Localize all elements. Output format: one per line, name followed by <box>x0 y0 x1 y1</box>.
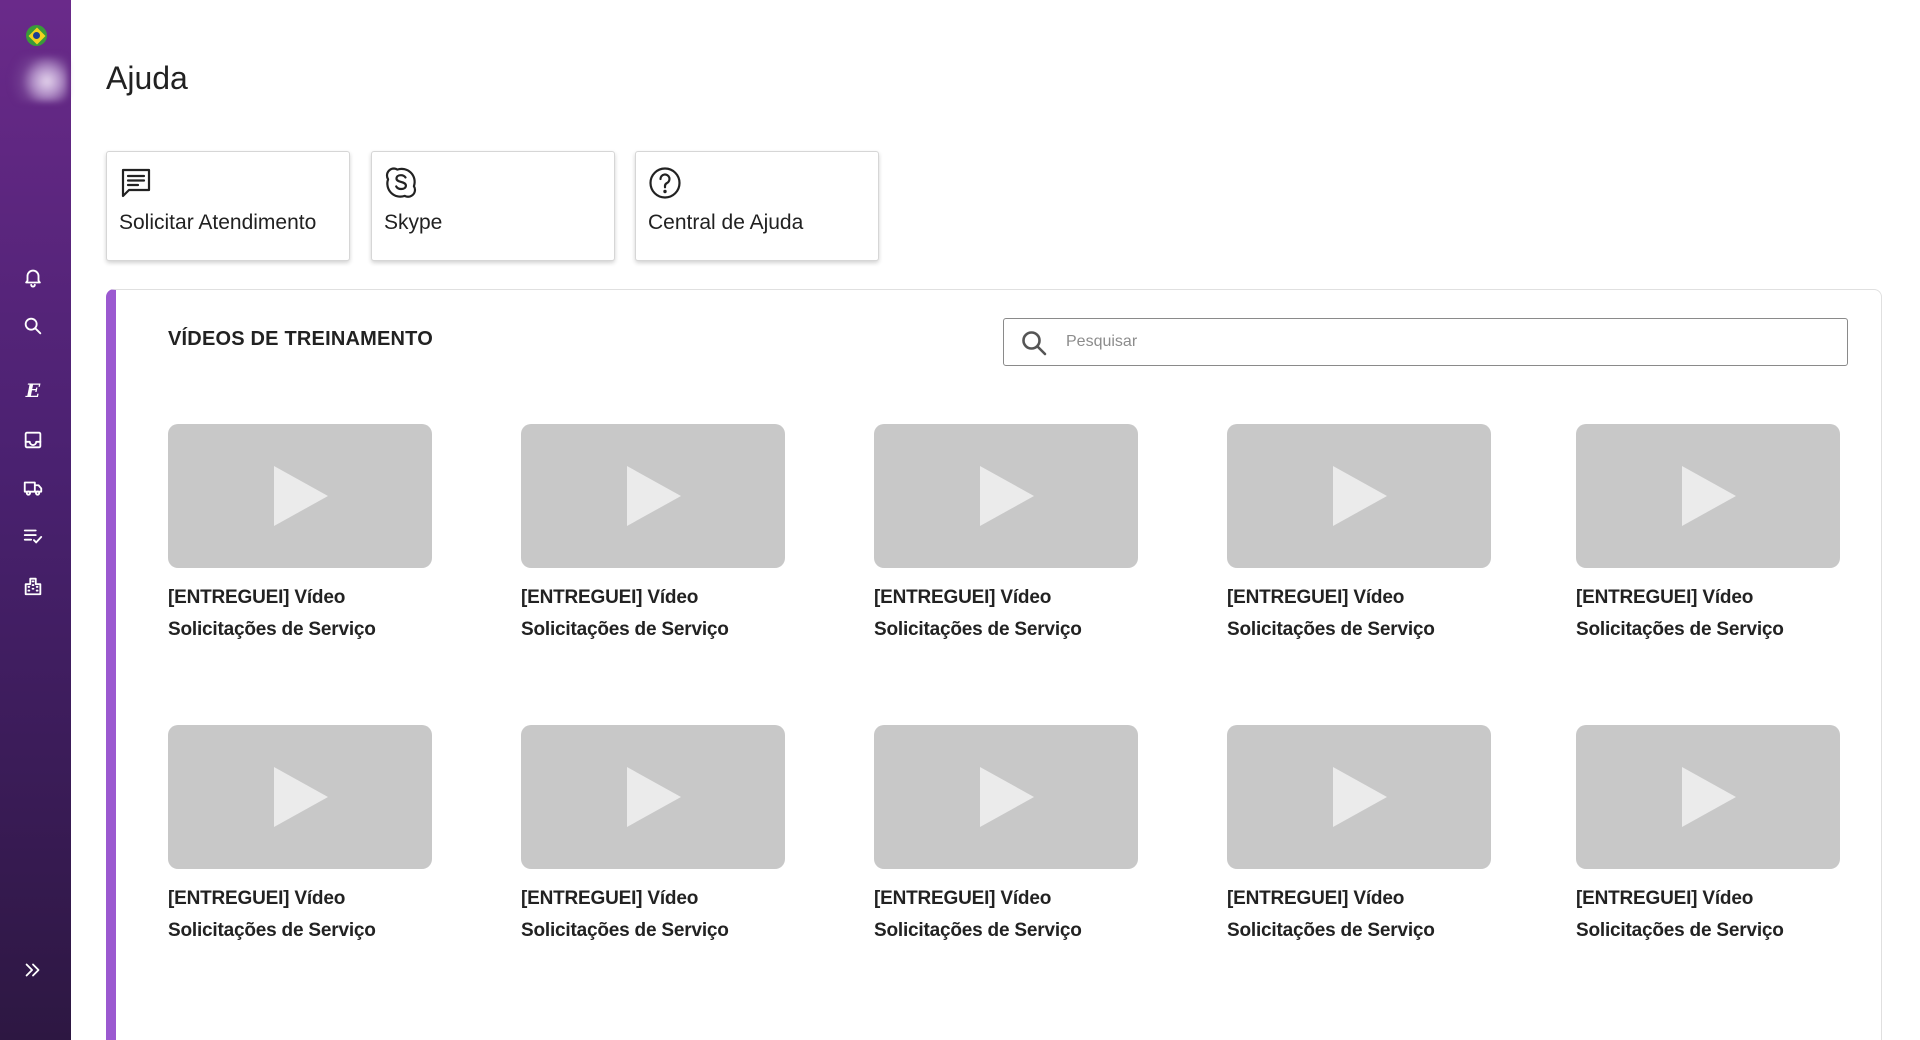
double-chevron-right-icon[interactable] <box>20 957 46 983</box>
video-title[interactable]: [ENTREGUEI] Vídeo Solicitações de Serviço <box>1227 582 1493 646</box>
avatar[interactable] <box>8 56 68 102</box>
video-title-line2: Solicitações de Serviço <box>1576 619 1784 640</box>
play-icon <box>980 767 1034 827</box>
skype-card[interactable]: Skype <box>371 151 615 261</box>
video-thumbnail[interactable] <box>874 725 1138 869</box>
play-icon <box>980 466 1034 526</box>
search-input[interactable] <box>1066 327 1826 357</box>
video-thumbnail[interactable] <box>1227 424 1491 568</box>
video-thumbnail[interactable] <box>168 424 432 568</box>
play-icon <box>627 466 681 526</box>
video-title-line1: [ENTREGUEI] Vídeo <box>168 587 346 608</box>
video-title-line1: [ENTREGUEI] Vídeo <box>1227 888 1405 909</box>
play-icon <box>1333 466 1387 526</box>
letter-e-icon[interactable]: E <box>20 378 46 404</box>
video-title-line2: Solicitações de Serviço <box>1227 619 1435 640</box>
video-card[interactable]: [ENTREGUEI] Vídeo Solicitações de Serviço <box>521 725 787 947</box>
video-card[interactable]: [ENTREGUEI] Vídeo Solicitações de Serviço <box>168 424 434 646</box>
video-thumbnail[interactable] <box>521 725 785 869</box>
video-title[interactable]: [ENTREGUEI] Vídeo Solicitações de Serviço <box>521 582 787 646</box>
video-thumbnail[interactable] <box>168 725 432 869</box>
card-label: Solicitar Atendimento <box>119 211 317 234</box>
training-videos-panel: VÍDEOS DE TREINAMENTO [ENTREGUEI] Vídeo S… <box>106 289 1882 1040</box>
checklist-icon[interactable] <box>20 523 46 549</box>
video-title-line1: [ENTREGUEI] Vídeo <box>874 888 1052 909</box>
video-card[interactable]: [ENTREGUEI] Vídeo Solicitações de Serviço <box>1227 424 1493 646</box>
search-icon[interactable] <box>20 313 46 339</box>
video-thumbnail[interactable] <box>1227 725 1491 869</box>
sidebar: E <box>0 0 71 1040</box>
play-icon <box>274 767 328 827</box>
play-icon <box>627 767 681 827</box>
video-thumbnail[interactable] <box>874 424 1138 568</box>
video-title[interactable]: [ENTREGUEI] Vídeo Solicitações de Serviço <box>1576 582 1842 646</box>
search-icon <box>1020 329 1048 357</box>
section-title: VÍDEOS DE TREINAMENTO <box>168 328 433 350</box>
skype-icon <box>383 165 419 201</box>
card-label: Skype <box>384 211 443 234</box>
play-icon <box>1682 767 1736 827</box>
bell-icon[interactable] <box>20 264 46 290</box>
play-icon <box>274 466 328 526</box>
central-de-ajuda-card[interactable]: Central de Ajuda <box>635 151 879 261</box>
video-title[interactable]: [ENTREGUEI] Vídeo Solicitações de Serviço <box>874 582 1140 646</box>
play-icon <box>1682 466 1736 526</box>
video-title-line2: Solicitações de Serviço <box>168 619 376 640</box>
video-title-line1: [ENTREGUEI] Vídeo <box>521 888 699 909</box>
chat-icon <box>118 165 154 201</box>
brazil-flag-icon[interactable] <box>26 25 47 46</box>
video-title-line1: [ENTREGUEI] Vídeo <box>874 587 1052 608</box>
video-title-line2: Solicitações de Serviço <box>874 920 1082 941</box>
video-card[interactable]: [ENTREGUEI] Vídeo Solicitações de Serviço <box>874 725 1140 947</box>
video-title-line2: Solicitações de Serviço <box>874 619 1082 640</box>
video-card[interactable]: [ENTREGUEI] Vídeo Solicitações de Serviço <box>168 725 434 947</box>
video-thumbnail[interactable] <box>1576 424 1840 568</box>
video-title[interactable]: [ENTREGUEI] Vídeo Solicitações de Serviço <box>168 883 434 947</box>
help-circle-icon <box>647 165 683 201</box>
video-card[interactable]: [ENTREGUEI] Vídeo Solicitações de Serviço <box>1576 725 1842 947</box>
video-title[interactable]: [ENTREGUEI] Vídeo Solicitações de Serviço <box>1576 883 1842 947</box>
video-card[interactable]: [ENTREGUEI] Vídeo Solicitações de Serviço <box>1227 725 1493 947</box>
video-card[interactable]: [ENTREGUEI] Vídeo Solicitações de Serviço <box>521 424 787 646</box>
video-title[interactable]: [ENTREGUEI] Vídeo Solicitações de Serviço <box>521 883 787 947</box>
video-title-line1: [ENTREGUEI] Vídeo <box>168 888 346 909</box>
video-title-line2: Solicitações de Serviço <box>1576 920 1784 941</box>
video-thumbnail[interactable] <box>521 424 785 568</box>
page-title: Ajuda <box>106 60 188 96</box>
video-title-line1: [ENTREGUEI] Vídeo <box>521 587 699 608</box>
video-card[interactable]: [ENTREGUEI] Vídeo Solicitações de Serviço <box>874 424 1140 646</box>
video-title-line2: Solicitações de Serviço <box>521 619 729 640</box>
card-label: Central de Ajuda <box>648 211 804 234</box>
video-card[interactable]: [ENTREGUEI] Vídeo Solicitações de Serviço <box>1576 424 1842 646</box>
play-icon <box>1333 767 1387 827</box>
building-icon[interactable] <box>20 573 46 599</box>
video-title-line2: Solicitações de Serviço <box>168 920 376 941</box>
letter-e-glyph: E <box>25 380 41 402</box>
video-title-line1: [ENTREGUEI] Vídeo <box>1227 587 1405 608</box>
video-title-line2: Solicitações de Serviço <box>521 920 729 941</box>
video-title[interactable]: [ENTREGUEI] Vídeo Solicitações de Serviço <box>874 883 1140 947</box>
video-title-line1: [ENTREGUEI] Vídeo <box>1576 587 1754 608</box>
search-box[interactable] <box>1003 318 1848 366</box>
solicitar-atendimento-card[interactable]: Solicitar Atendimento <box>106 151 350 261</box>
video-title-line2: Solicitações de Serviço <box>1227 920 1435 941</box>
truck-icon[interactable] <box>20 475 46 501</box>
video-title-line1: [ENTREGUEI] Vídeo <box>1576 888 1754 909</box>
inbox-icon[interactable] <box>20 427 46 453</box>
video-title[interactable]: [ENTREGUEI] Vídeo Solicitações de Serviço <box>1227 883 1493 947</box>
video-thumbnail[interactable] <box>1576 725 1840 869</box>
video-title[interactable]: [ENTREGUEI] Vídeo Solicitações de Serviço <box>168 582 434 646</box>
